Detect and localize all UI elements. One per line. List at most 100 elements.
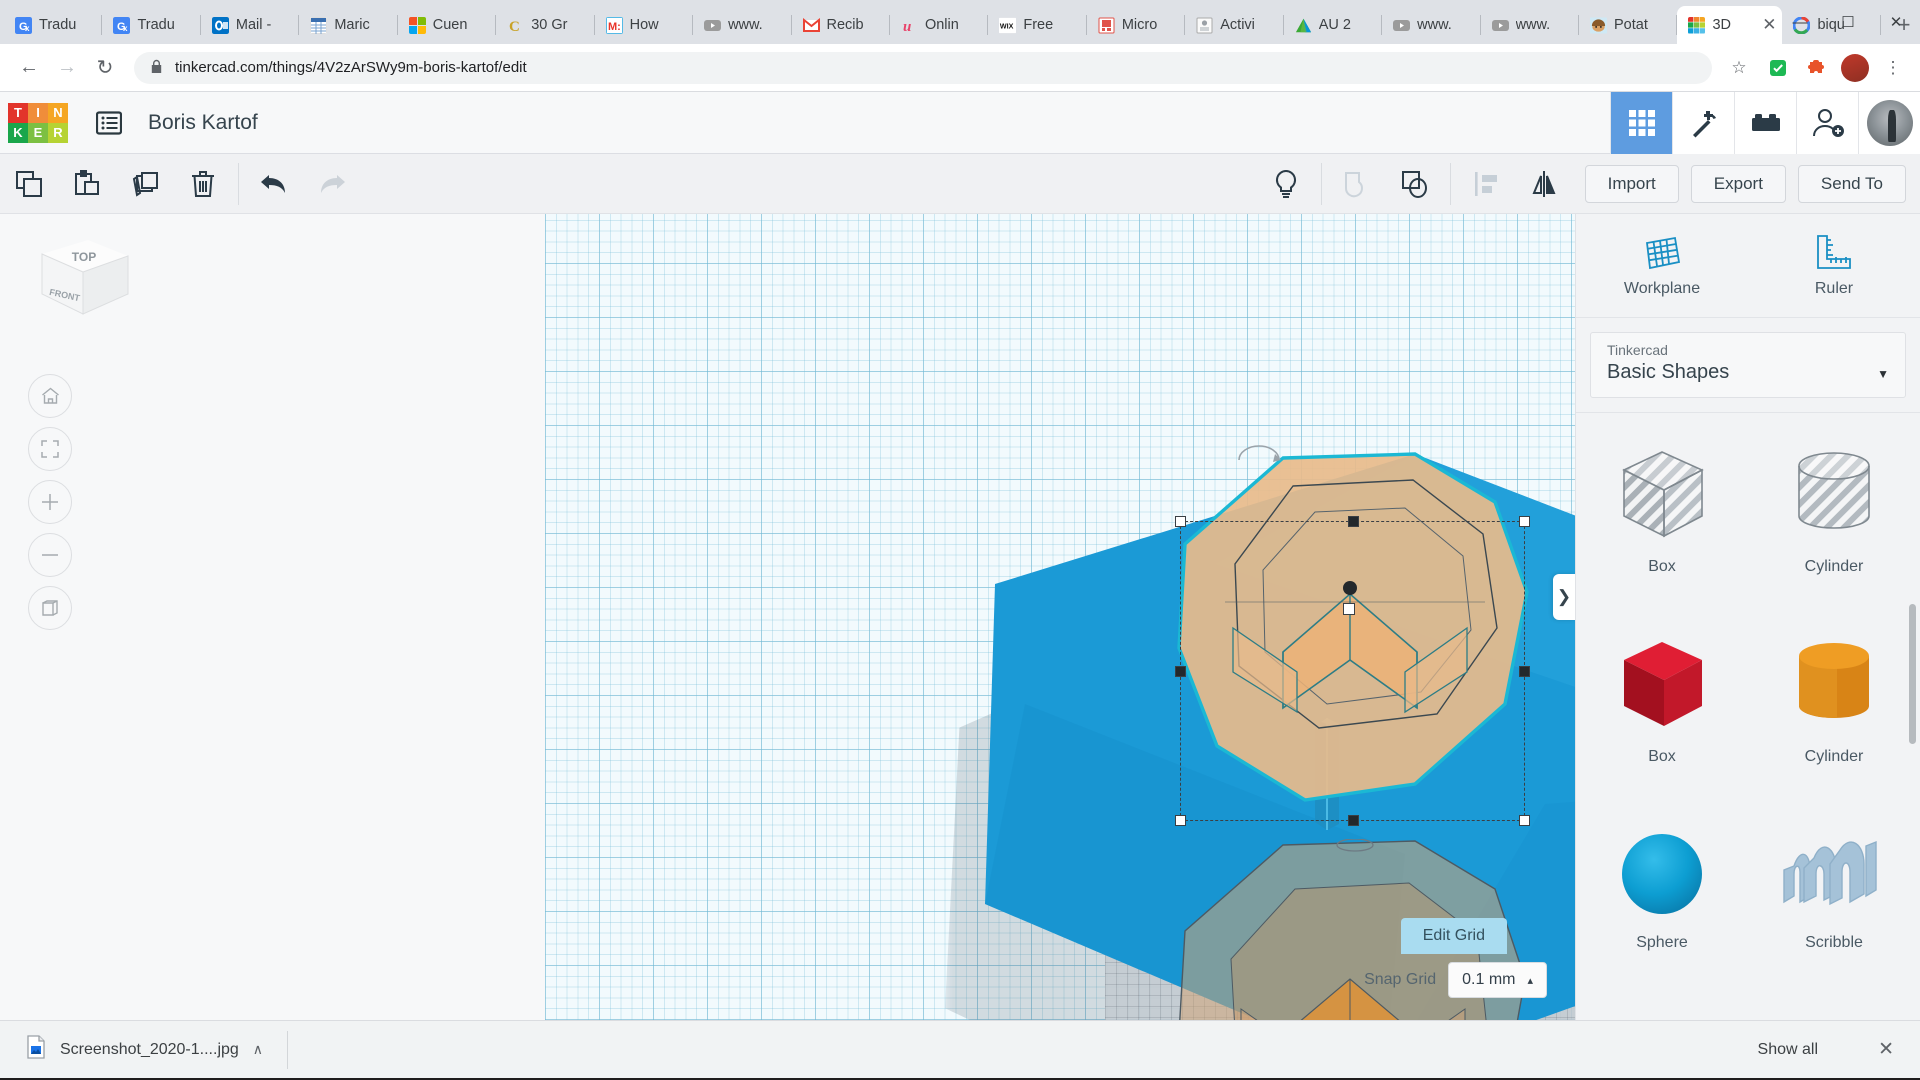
address-bar[interactable]: tinkercad.com/things/4V2zArSWy9m-boris-k…: [134, 52, 1712, 84]
workplane-tool[interactable]: Workplane: [1576, 214, 1748, 317]
copy-icon[interactable]: [0, 154, 58, 214]
ungroup-icon[interactable]: [1386, 154, 1444, 214]
browser-toolbar-right: ☆ ⋮: [1724, 53, 1908, 83]
library-owner-label: Tinkercad: [1607, 342, 1889, 358]
google-translate-icon: Gx: [113, 17, 130, 34]
chrome-profile-avatar[interactable]: [1841, 54, 1869, 82]
browser-tab-15[interactable]: www.: [1481, 6, 1579, 44]
browser-tab-12[interactable]: Activi: [1185, 6, 1283, 44]
shape-item-cylinder-hole[interactable]: Cylinder: [1748, 413, 1920, 603]
extension-check-icon[interactable]: [1763, 53, 1793, 83]
ruler-tool[interactable]: Ruler: [1748, 214, 1920, 317]
home-view-icon[interactable]: [28, 374, 72, 418]
ortho-view-icon[interactable]: [28, 586, 72, 630]
shape-item-cylinder-solid[interactable]: Cylinder: [1748, 603, 1920, 793]
resize-handle-tc[interactable]: [1348, 516, 1359, 527]
maximize-button[interactable]: ☐: [1824, 4, 1872, 40]
tab-label: www.: [728, 17, 785, 33]
height-handle-square[interactable]: [1343, 603, 1355, 615]
shape-item-box-solid[interactable]: Box: [1576, 603, 1748, 793]
brick-icon[interactable]: [1734, 92, 1796, 154]
selection-bounding-box[interactable]: [1180, 521, 1525, 821]
close-download-bar-button[interactable]: ✕: [1878, 1038, 1894, 1061]
spreadsheet-icon: [310, 17, 327, 34]
browser-tab-5[interactable]: C30 Gr: [496, 6, 594, 44]
tab-close-icon[interactable]: ✕: [1760, 15, 1776, 35]
group-icon[interactable]: [1328, 154, 1386, 214]
3d-canvas[interactable]: Shape Solid: [545, 214, 1575, 1020]
resize-handle-tl[interactable]: [1175, 516, 1186, 527]
browser-tab-9[interactable]: uOnlin: [890, 6, 988, 44]
collapse-sidebar-button[interactable]: ❯: [1553, 574, 1575, 620]
resize-handle-ml[interactable]: [1175, 666, 1186, 677]
back-button[interactable]: ←: [12, 51, 46, 85]
youtube-icon: [1492, 17, 1509, 34]
tinkercad-logo[interactable]: TINKER: [8, 103, 68, 143]
mirror-icon[interactable]: [1515, 154, 1573, 214]
browser-tab-13[interactable]: AU 2: [1284, 6, 1382, 44]
logo-tile-t: T: [8, 103, 28, 123]
undo-icon[interactable]: [245, 154, 303, 214]
zoom-in-icon[interactable]: [28, 480, 72, 524]
browser-tab-17[interactable]: 3D✕: [1677, 6, 1782, 44]
user-avatar[interactable]: [1858, 92, 1920, 154]
resize-handle-tr[interactable]: [1519, 516, 1530, 527]
duplicate-icon[interactable]: [116, 154, 174, 214]
show-all-downloads-button[interactable]: Show all: [1742, 1034, 1834, 1066]
align-icon[interactable]: [1457, 154, 1515, 214]
shape-item-scribble[interactable]: Scribble: [1748, 793, 1920, 983]
export-button[interactable]: Export: [1691, 165, 1786, 203]
browser-tab-2[interactable]: Mail -: [201, 6, 299, 44]
height-handle-dot[interactable]: [1343, 581, 1357, 595]
chevron-up-icon[interactable]: ∧: [253, 1041, 263, 1058]
pickaxe-icon[interactable]: [1672, 92, 1734, 154]
chevron-down-icon[interactable]: ▼: [1877, 367, 1889, 381]
browser-tab-4[interactable]: Cuen: [398, 6, 496, 44]
browser-tab-3[interactable]: Maric: [299, 6, 397, 44]
scribble-icon: [1782, 824, 1886, 924]
browser-tab-0[interactable]: GxTradu: [4, 6, 102, 44]
add-user-icon[interactable]: [1796, 92, 1858, 154]
light-bulb-icon[interactable]: [1257, 154, 1315, 214]
browser-tab-16[interactable]: Potat: [1579, 6, 1677, 44]
browser-tab-14[interactable]: www.: [1382, 6, 1480, 44]
minimize-button[interactable]: —: [1776, 4, 1824, 40]
shape-library-select[interactable]: Tinkercad Basic Shapes ▼: [1590, 332, 1906, 398]
edit-grid-button[interactable]: Edit Grid: [1401, 918, 1507, 954]
snap-grid-select[interactable]: 0.1 mm ▴: [1448, 962, 1547, 998]
close-window-button[interactable]: ✕: [1872, 4, 1920, 40]
project-menu-button[interactable]: [92, 107, 126, 139]
sidebar-scrollbar[interactable]: [1909, 604, 1916, 744]
browser-menu-icon[interactable]: ⋮: [1878, 53, 1908, 83]
browser-tab-8[interactable]: Recib: [792, 6, 890, 44]
reload-button[interactable]: ↻: [88, 51, 122, 85]
resize-handle-br[interactable]: [1519, 815, 1530, 826]
resize-handle-bl[interactable]: [1175, 815, 1186, 826]
shape-item-sphere[interactable]: Sphere: [1576, 793, 1748, 983]
rotate-handle-icon[interactable]: [1235, 442, 1283, 464]
paste-icon[interactable]: [58, 154, 116, 214]
send-to-button[interactable]: Send To: [1798, 165, 1906, 203]
browser-tab-1[interactable]: GxTradu: [102, 6, 200, 44]
resize-handle-bc[interactable]: [1348, 815, 1359, 826]
shape-item-box-hole[interactable]: Box: [1576, 413, 1748, 603]
browser-tab-10[interactable]: WIXFree: [988, 6, 1086, 44]
grid-view-icon[interactable]: [1610, 92, 1672, 154]
browser-tab-7[interactable]: www.: [693, 6, 791, 44]
zoom-out-icon[interactable]: [28, 533, 72, 577]
extension-puzzle-icon[interactable]: [1802, 53, 1832, 83]
download-item[interactable]: Screenshot_2020-1....jpg ∧: [26, 1031, 288, 1069]
delete-icon[interactable]: [174, 154, 232, 214]
bookmark-star-icon[interactable]: ☆: [1724, 53, 1754, 83]
page-title[interactable]: Boris Kartof: [148, 111, 258, 135]
browser-tab-6[interactable]: M:How: [595, 6, 693, 44]
import-button[interactable]: Import: [1585, 165, 1679, 203]
resize-handle-mr[interactable]: [1519, 666, 1530, 677]
fit-all-icon[interactable]: [28, 427, 72, 471]
redo-icon[interactable]: [303, 154, 361, 214]
view-cube[interactable]: TOP FRONT: [28, 232, 138, 324]
browser-tab-11[interactable]: Micro: [1087, 6, 1185, 44]
snap-grid-value: 0.1 mm: [1462, 971, 1515, 989]
shape-label: Sphere: [1636, 934, 1688, 952]
forward-button[interactable]: →: [50, 51, 84, 85]
